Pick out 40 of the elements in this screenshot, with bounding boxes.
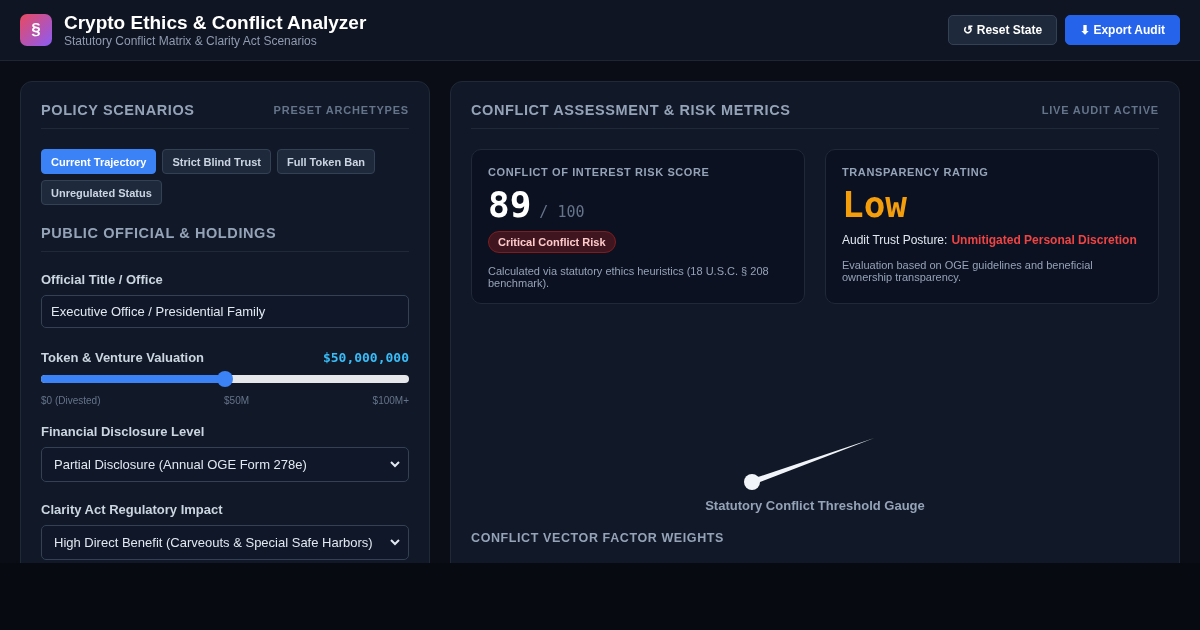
panel-tag: LIVE AUDIT ACTIVE: [1041, 104, 1159, 116]
posture-label: Audit Trust Posture:: [842, 233, 948, 247]
export-button[interactable]: ⬇ Export Audit: [1065, 15, 1180, 45]
card-note: Evaluation based on OGE guidelines and beneficial ownership transparency.: [842, 259, 1094, 283]
card-note: Calculated via statutory ethics heuristics (18 U.S.C. § 208 benchmark).: [488, 265, 770, 289]
app-subtitle: Statutory Conflict Matrix & Clarity Act Scenarios: [64, 34, 318, 48]
select-field[interactable]: High Direct Benefit (Carveouts & Special Safe Harbors): [41, 525, 409, 560]
card-title: TRANSPARENCY RATING: [842, 166, 990, 178]
posture-value: Unmitigated Personal Discretion: [951, 233, 1137, 247]
chevron-down-icon: [390, 461, 400, 468]
slider-tick-label: $0 (Divested): [41, 395, 101, 406]
card-title: CONFLICT OF INTEREST RISK SCORE: [488, 166, 711, 178]
logo-icon: §: [20, 14, 52, 46]
office-input-field[interactable]: Executive Office / Presidential Family: [41, 295, 409, 328]
scenario-chip[interactable]: Strict Blind Trust: [162, 149, 271, 174]
scenario-chip[interactable]: Full Token Ban: [277, 149, 376, 174]
score-maximum: / 100: [539, 203, 585, 221]
gauge-caption: Statutory Conflict Threshold Gauge: [705, 498, 925, 513]
field-label: Financial Disclosure Level: [41, 424, 206, 439]
field-label: Official Title / Office: [41, 272, 164, 287]
field-label: Clarity Act Regulatory Impact: [41, 502, 224, 517]
transparency-rating: Low: [842, 184, 909, 225]
valuation-reading: $50,000,000: [322, 350, 409, 365]
panel-tag: PRESET ARCHETYPES: [273, 104, 409, 116]
risk-score: 89: [488, 184, 532, 225]
slider-tick-label: $50M: [224, 395, 250, 406]
risk-badge: Critical Conflict Risk: [488, 231, 616, 253]
select-field[interactable]: Partial Disclosure (Annual OGE Form 278e): [41, 447, 409, 482]
chevron-down-icon: [390, 539, 400, 546]
field-label: Token & Venture Valuation: [41, 350, 204, 365]
scenario-chip[interactable]: Unregulated Status: [41, 180, 162, 205]
slider-thumb[interactable]: [217, 371, 233, 387]
panel-title: CONFLICT ASSESSMENT & RISK METRICS: [471, 102, 791, 118]
section-title: PUBLIC OFFICIAL & HOLDINGS: [41, 225, 277, 241]
app-title: Crypto Ethics & Conflict Analyzer: [64, 12, 367, 34]
reset-button[interactable]: ↺ Reset State: [948, 15, 1058, 45]
section-title: CONFLICT VECTOR FACTOR WEIGHTS: [471, 531, 725, 545]
panel-title: POLICY SCENARIOS: [41, 102, 195, 118]
scenario-chip[interactable]: Current Trajectory: [41, 149, 157, 174]
slider-tick-label: $100M+: [372, 395, 409, 406]
